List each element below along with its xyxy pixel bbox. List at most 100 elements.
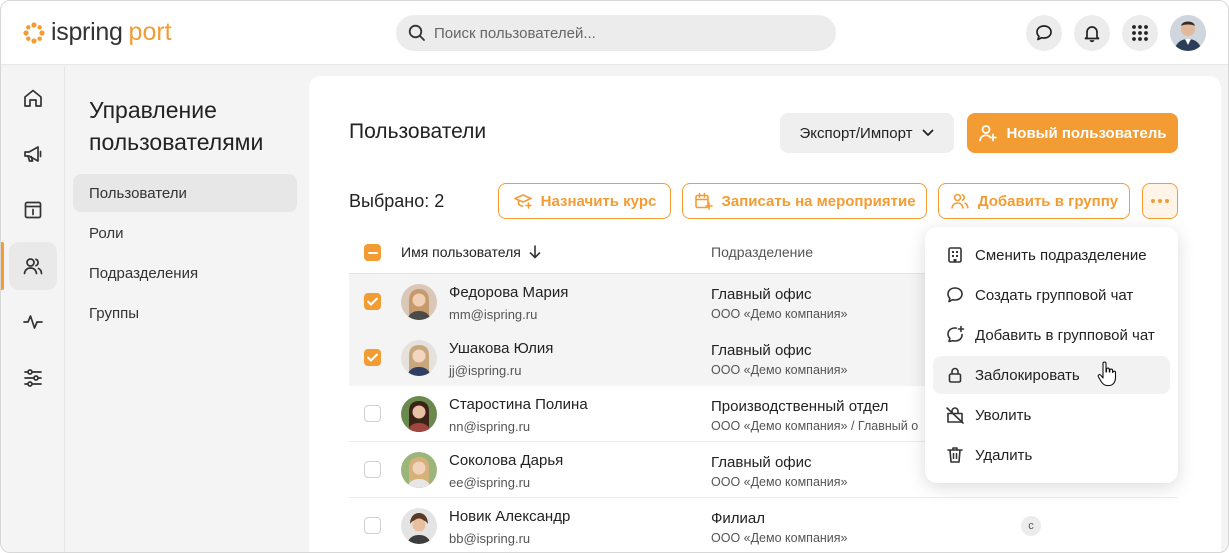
notifications-button[interactable] (1074, 15, 1110, 51)
menu-item-label: Заблокировать (975, 366, 1080, 384)
page-title: Пользователи (349, 120, 487, 143)
user-organization: ООО «Демо компания» (711, 531, 848, 545)
rail-reports[interactable] (9, 298, 57, 346)
user-organization: ООО «Демо компания» / Главный о (711, 419, 919, 433)
activity-icon (23, 315, 43, 329)
avatar (401, 452, 437, 488)
menu-item-label: Удалить (975, 446, 1033, 464)
row-checkbox[interactable] (364, 517, 381, 534)
chat-icon (947, 287, 963, 303)
chat-button[interactable] (1026, 15, 1062, 51)
user-avatar[interactable] (1170, 15, 1206, 51)
logo[interactable]: ispring port (23, 18, 172, 47)
user-name[interactable]: Новик Александр (449, 508, 570, 525)
rail-news[interactable] (9, 130, 57, 178)
more-dots-icon (1151, 199, 1169, 203)
column-header-name[interactable]: Имя пользователя (401, 244, 541, 260)
search-bar[interactable] (396, 15, 836, 51)
column-header-name-label: Имя пользователя (401, 244, 521, 260)
new-user-label: Новый пользователь (1006, 124, 1167, 142)
rail-catalog[interactable] (9, 186, 57, 234)
subnav-item-roles[interactable]: Роли (73, 214, 297, 252)
bell-icon (1084, 26, 1100, 43)
rail-settings[interactable] (9, 354, 57, 402)
section-title: Управление пользователями (89, 97, 264, 155)
user-email: ee@ispring.ru (449, 475, 531, 490)
row-checkbox[interactable] (364, 349, 381, 366)
menu-item-block[interactable]: Заблокировать (933, 356, 1170, 394)
active-indicator (1, 242, 4, 290)
avatar (401, 340, 437, 376)
search-icon (408, 24, 425, 41)
user-email: mm@ispring.ru (449, 307, 538, 322)
row-checkbox[interactable] (364, 405, 381, 422)
chevron-down-icon (923, 129, 934, 136)
top-bar: ispring port (1, 1, 1228, 65)
new-user-button[interactable]: Новый пользователь (967, 113, 1178, 153)
export-import-label: Экспорт/Импорт (799, 124, 913, 142)
section-nav: Управление пользователями Пользователи Р… (65, 66, 309, 552)
menu-item-change-department[interactable]: Сменить подразделение (933, 236, 1170, 274)
app-window: ispring port Поиск пользователей... Упра… (0, 0, 1229, 553)
menu-item-dismiss[interactable]: Уволить (933, 396, 1170, 434)
subnav-item-users[interactable]: Пользователи (73, 174, 297, 212)
dismiss-icon (946, 407, 964, 424)
chat-add-icon (947, 325, 965, 343)
avatar (401, 508, 437, 544)
menu-item-label: Сменить подразделение (975, 246, 1147, 264)
subnav-item-departments[interactable]: Подразделения (73, 254, 297, 292)
apps-button[interactable] (1122, 15, 1158, 51)
assign-course-button[interactable]: Назначить курс (498, 183, 671, 219)
user-email: jj@ispring.ru (449, 363, 522, 378)
calendar-add-icon (695, 192, 714, 210)
user-email: bb@ispring.ru (449, 531, 531, 546)
add-user-icon (979, 125, 998, 142)
status-badge: с (1021, 516, 1041, 536)
chat-icon (1036, 25, 1052, 41)
menu-item-add-to-group-chat[interactable]: Добавить в групповой чат (933, 316, 1170, 354)
selected-count: Выбрано: 2 (349, 191, 445, 211)
enroll-event-button[interactable]: Записать на мероприятие (682, 183, 927, 219)
export-import-button[interactable]: Экспорт/Импорт (780, 113, 954, 153)
check-icon (367, 353, 378, 362)
more-actions-menu: Сменить подразделение Создать групповой … (925, 227, 1178, 483)
home-icon (24, 89, 42, 107)
add-to-group-label: Добавить в группу (977, 192, 1119, 210)
settings-sliders-icon (24, 369, 42, 387)
left-rail (1, 66, 65, 552)
users-icon (23, 258, 43, 275)
graduation-cap-icon (513, 194, 532, 209)
user-name[interactable]: Федорова Мария (449, 284, 568, 301)
rail-home[interactable] (9, 74, 57, 122)
more-actions-button[interactable] (1142, 183, 1178, 219)
user-department: Главный офис (711, 342, 812, 359)
row-checkbox[interactable] (364, 293, 381, 310)
select-all-checkbox[interactable] (364, 244, 381, 261)
menu-item-create-group-chat[interactable]: Создать групповой чат (933, 276, 1170, 314)
row-checkbox[interactable] (364, 461, 381, 478)
sort-arrow-down-icon (529, 245, 541, 259)
user-department: Главный офис (711, 454, 812, 471)
avatar (401, 396, 437, 432)
subnav-item-groups[interactable]: Группы (73, 294, 297, 332)
column-header-dept[interactable]: Подразделение (711, 244, 813, 260)
building-icon (948, 247, 962, 263)
user-department: Производственный отдел (711, 398, 889, 415)
menu-item-delete[interactable]: Удалить (933, 436, 1170, 474)
user-name[interactable]: Соколова Дарья (449, 452, 563, 469)
minus-icon (367, 251, 378, 254)
trash-icon (947, 447, 963, 463)
logo-text-ispring: ispring (51, 18, 123, 46)
user-email: nn@ispring.ru (449, 419, 531, 434)
menu-item-label: Добавить в групповой чат (975, 326, 1155, 344)
table-row[interactable]: Новик Александр bb@ispring.ru Филиал ООО… (349, 498, 1178, 552)
add-to-group-button[interactable]: Добавить в группу (938, 183, 1130, 219)
rail-users[interactable] (9, 242, 57, 290)
user-department: Филиал (711, 510, 766, 527)
user-name[interactable]: Ушакова Юлия (449, 340, 553, 357)
hand-cursor-icon (1097, 361, 1117, 387)
avatar-image (1170, 15, 1206, 51)
user-name[interactable]: Старостина Полина (449, 396, 588, 413)
search-input[interactable] (434, 24, 814, 42)
user-department: Главный офис (711, 286, 812, 303)
